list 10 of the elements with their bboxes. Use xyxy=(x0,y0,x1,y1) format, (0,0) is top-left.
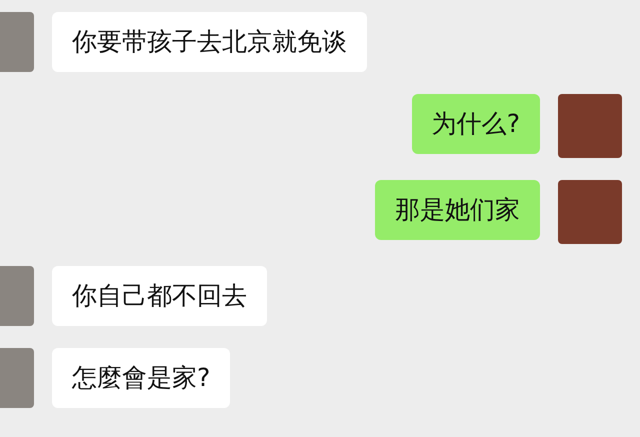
avatar-photo-placeholder[interactable] xyxy=(558,180,622,244)
message-bubble: 你要带孩子去北京就免谈 xyxy=(52,12,367,72)
avatar-photo-placeholder[interactable] xyxy=(558,94,622,158)
message-bubble: 你自己都不回去 xyxy=(52,266,267,326)
message-bubble: 那是她们家 xyxy=(375,180,540,240)
message-bubble: 怎麼會是家? xyxy=(52,348,230,408)
avatar-photo-placeholder[interactable] xyxy=(0,12,34,72)
message-bubble: 为什么? xyxy=(412,94,540,154)
avatar-photo-placeholder[interactable] xyxy=(0,266,34,326)
avatar-photo-placeholder[interactable] xyxy=(0,348,34,408)
